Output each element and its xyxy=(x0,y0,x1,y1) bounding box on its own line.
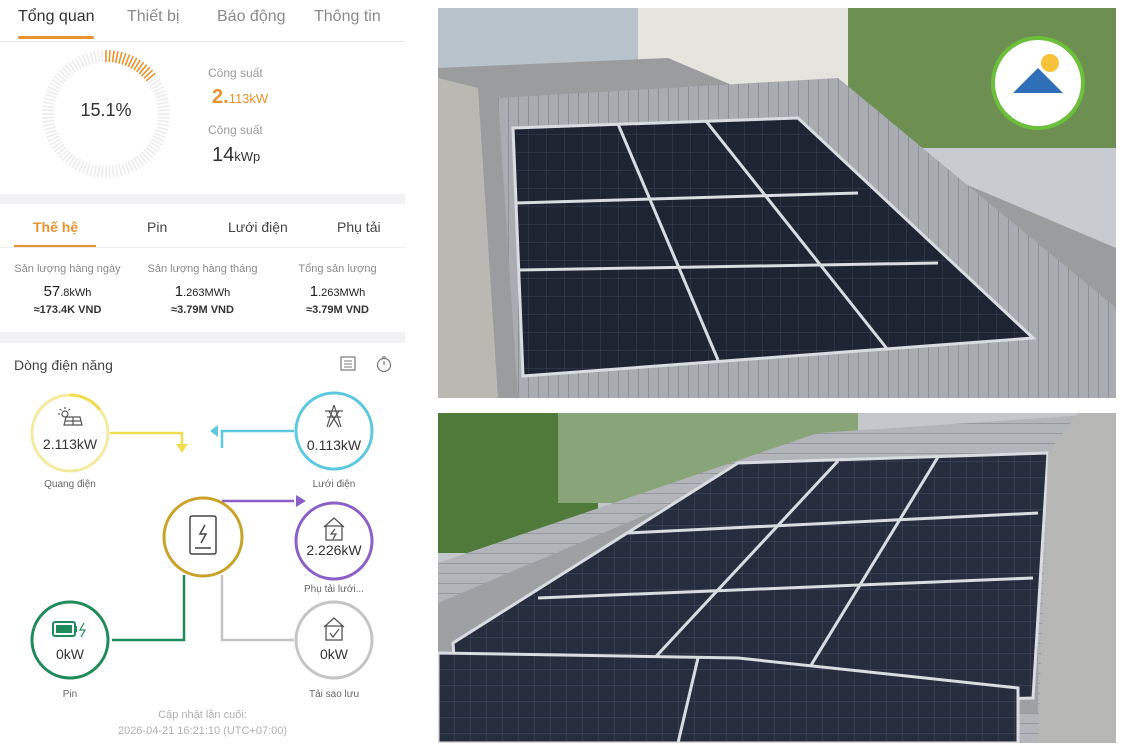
gauge-tick xyxy=(111,50,115,63)
gauge-tick xyxy=(97,165,101,178)
pv-value: 2.113kW xyxy=(42,436,98,452)
gauge-tick xyxy=(97,50,101,63)
load-value: 2.226kW xyxy=(306,542,362,558)
pv-flow-arrow xyxy=(176,444,188,453)
gauge-tick xyxy=(121,52,127,65)
subtab-grid[interactable]: Lưới điện xyxy=(228,219,288,235)
gauge-tick xyxy=(93,164,98,178)
battery-value: 0kW xyxy=(56,646,84,662)
battery-flow-line xyxy=(112,575,186,642)
gauge-tick xyxy=(118,164,123,177)
energy-flow-card: Dòng điện năng 2.113kW Quang điện 0.113k… xyxy=(0,343,405,750)
backup-caption: Tải sao lưu xyxy=(308,689,360,700)
active-tab-indicator xyxy=(18,36,94,39)
capacity-value: 14kWp xyxy=(212,144,261,166)
summary-card: 15.1% Công suất 2.113kW Công suất 14kWp xyxy=(0,42,405,194)
load-caption: Phụ tải lưới... xyxy=(304,584,364,595)
gauge-tick xyxy=(85,52,91,65)
tab-devices[interactable]: Thiết bị xyxy=(127,8,179,26)
gauge-tick xyxy=(89,164,94,177)
stat-monthly: Sản lượng hàng tháng 1.263MWh ≈3.79M VND xyxy=(147,263,258,316)
gauge-tick xyxy=(156,126,169,131)
gauge-tick xyxy=(114,50,119,64)
gauge-tick xyxy=(155,93,168,99)
gauge-tick xyxy=(156,122,170,127)
gauge-percent: 15.1% xyxy=(80,100,132,120)
gauge-tick xyxy=(121,163,127,176)
load-node xyxy=(294,501,374,581)
list-icon[interactable] xyxy=(339,355,357,373)
gauge-tick xyxy=(111,165,115,178)
grid-flow-arrow xyxy=(210,425,218,437)
main-tab-bar: Tổng quan Thiết bị Báo động Thông tin xyxy=(0,0,405,42)
power-value: 2.113kW xyxy=(212,86,269,108)
stat-daily: Sản lượng hàng ngày 57.8kWh ≈173.4K VND xyxy=(14,263,121,316)
gauge-tick xyxy=(108,165,111,178)
gauge-tick xyxy=(93,50,98,64)
battery-caption: Pin xyxy=(62,689,78,700)
subtab-generation[interactable]: Thế hệ xyxy=(33,219,78,235)
pv-flow-line xyxy=(110,431,184,448)
grid-caption: Lưới điện xyxy=(312,479,356,490)
rooftop-photo-top xyxy=(438,8,1116,398)
power-label: Công suất xyxy=(208,66,263,80)
gauge-tick xyxy=(85,163,91,176)
grid-flow-line xyxy=(220,429,294,448)
inverter-node xyxy=(162,496,244,578)
monitoring-app: Tổng quan Thiết bị Báo động Thông tin 15… xyxy=(0,0,405,750)
gauge-tick xyxy=(118,51,123,64)
load-flow-arrow xyxy=(296,495,306,507)
tab-overview[interactable]: Tổng quan xyxy=(18,8,95,26)
grid-value: 0.113kW xyxy=(306,437,362,453)
battery-node xyxy=(30,600,110,680)
tab-info[interactable]: Thông tin xyxy=(314,8,381,26)
rooftop-photo-bottom xyxy=(438,413,1116,743)
subtab-load[interactable]: Phụ tải xyxy=(337,219,381,235)
backup-value: 0kW xyxy=(320,646,348,662)
energy-card: Thế hệ Pin Lưới điện Phụ tải Sản lượng h… xyxy=(0,204,405,332)
gauge-tick xyxy=(101,165,104,178)
gauge-tick xyxy=(44,129,57,135)
pv-caption: Quang điện xyxy=(44,479,96,490)
gauge-tick xyxy=(42,122,56,127)
flow-title: Dòng điện năng xyxy=(14,357,113,373)
stat-total: Tổng sản lượng 1.263MWh ≈3.79M VND xyxy=(298,263,377,316)
subtab-battery[interactable]: Pin xyxy=(147,219,167,235)
last-updated-label: Cập nhật lần cuối: xyxy=(158,709,247,721)
gauge-tick xyxy=(114,164,119,178)
grid-node xyxy=(294,391,374,471)
timer-icon[interactable] xyxy=(375,355,393,373)
gauge-tick xyxy=(108,50,111,63)
last-updated-value: 2026-04-21 16:21:10 (UTC+07:00) xyxy=(117,725,288,737)
tab-alarms[interactable]: Báo động xyxy=(217,8,286,26)
capacity-label: Công suất xyxy=(208,123,263,137)
gauge-tick xyxy=(89,51,94,64)
gauge-tick xyxy=(44,93,57,99)
gauge-tick xyxy=(101,50,104,63)
gauge-tick xyxy=(155,129,168,135)
gauge-tick xyxy=(43,126,56,131)
